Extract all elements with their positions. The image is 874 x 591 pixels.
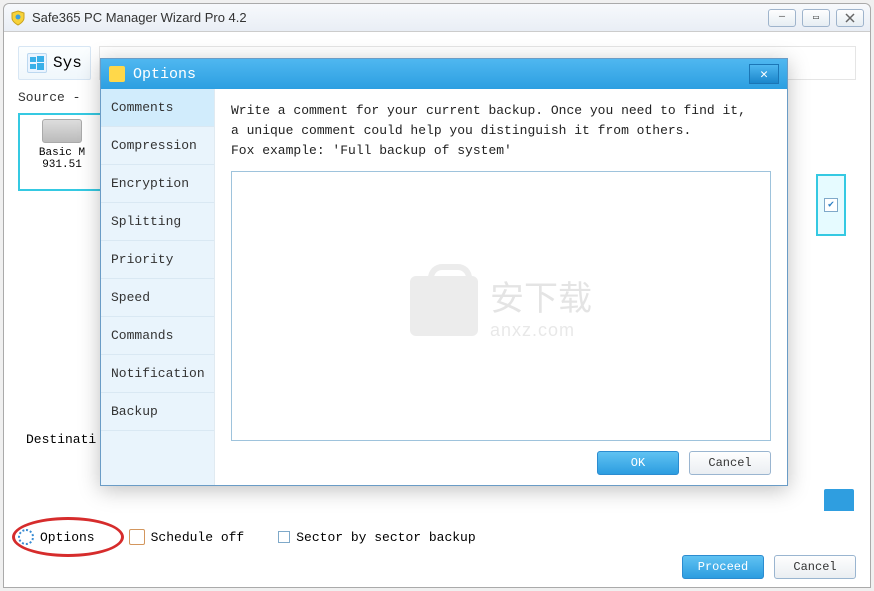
disk-size: 931.51: [24, 159, 100, 171]
options-link[interactable]: Options: [18, 529, 95, 545]
dialog-sidebar: Comments Compression Encryption Splittin…: [101, 89, 215, 485]
sidebar-item-notification[interactable]: Notification: [101, 355, 214, 393]
dialog-shield-icon: [109, 66, 125, 82]
dialog-title-text: Options: [133, 66, 196, 83]
minimize-button[interactable]: —: [768, 9, 796, 27]
sidebar-item-priority[interactable]: Priority: [101, 241, 214, 279]
tab-label: Sys: [53, 54, 82, 72]
watermark: 安下载 anxz.com: [410, 271, 592, 341]
titlebar[interactable]: Safe365 PC Manager Wizard Pro 4.2 — ▭: [4, 4, 870, 32]
tab-system[interactable]: Sys: [18, 46, 91, 80]
sector-checkbox[interactable]: Sector by sector backup: [278, 530, 475, 545]
maximize-button[interactable]: ▭: [802, 9, 830, 27]
dialog-close-button[interactable]: ✕: [749, 64, 779, 84]
dialog-cancel-button[interactable]: Cancel: [689, 451, 771, 475]
app-shield-icon: [10, 10, 26, 26]
source-disk[interactable]: Basic M 931.51: [18, 113, 106, 191]
partition-selected[interactable]: ✔: [816, 174, 846, 236]
sector-label: Sector by sector backup: [296, 530, 475, 545]
cancel-button[interactable]: Cancel: [774, 555, 856, 579]
calendar-icon: [129, 529, 145, 545]
hdd-icon: [42, 119, 82, 143]
disk-name: Basic M: [24, 147, 100, 159]
dialog-titlebar[interactable]: Options ✕: [101, 59, 787, 89]
comment-textarea[interactable]: 安下载 anxz.com: [231, 171, 771, 441]
schedule-label: Schedule off: [151, 530, 245, 545]
checkbox-icon: ✔: [824, 198, 838, 212]
main-window: Safe365 PC Manager Wizard Pro 4.2 — ▭ Sy…: [3, 3, 871, 588]
sidebar-item-encryption[interactable]: Encryption: [101, 165, 214, 203]
options-dialog: Options ✕ Comments Compression Encryptio…: [100, 58, 788, 486]
windows-icon: [27, 53, 47, 73]
sidebar-item-compression[interactable]: Compression: [101, 127, 214, 165]
bag-icon: [410, 276, 478, 336]
options-label: Options: [40, 530, 95, 545]
schedule-link[interactable]: Schedule off: [129, 529, 245, 545]
help-text: Write a comment for your current backup.…: [231, 101, 771, 161]
close-button[interactable]: [836, 9, 864, 27]
browse-folder-icon[interactable]: [824, 489, 854, 511]
app-title: Safe365 PC Manager Wizard Pro 4.2: [32, 10, 768, 25]
destination-label: Destinati: [26, 432, 96, 447]
sidebar-item-commands[interactable]: Commands: [101, 317, 214, 355]
sidebar-item-splitting[interactable]: Splitting: [101, 203, 214, 241]
sidebar-item-backup[interactable]: Backup: [101, 393, 214, 431]
sidebar-item-speed[interactable]: Speed: [101, 279, 214, 317]
sidebar-item-comments[interactable]: Comments: [101, 89, 214, 127]
proceed-button[interactable]: Proceed: [682, 555, 764, 579]
gear-icon: [18, 529, 34, 545]
dialog-ok-button[interactable]: OK: [597, 451, 679, 475]
checkbox-empty-icon: [278, 531, 290, 543]
